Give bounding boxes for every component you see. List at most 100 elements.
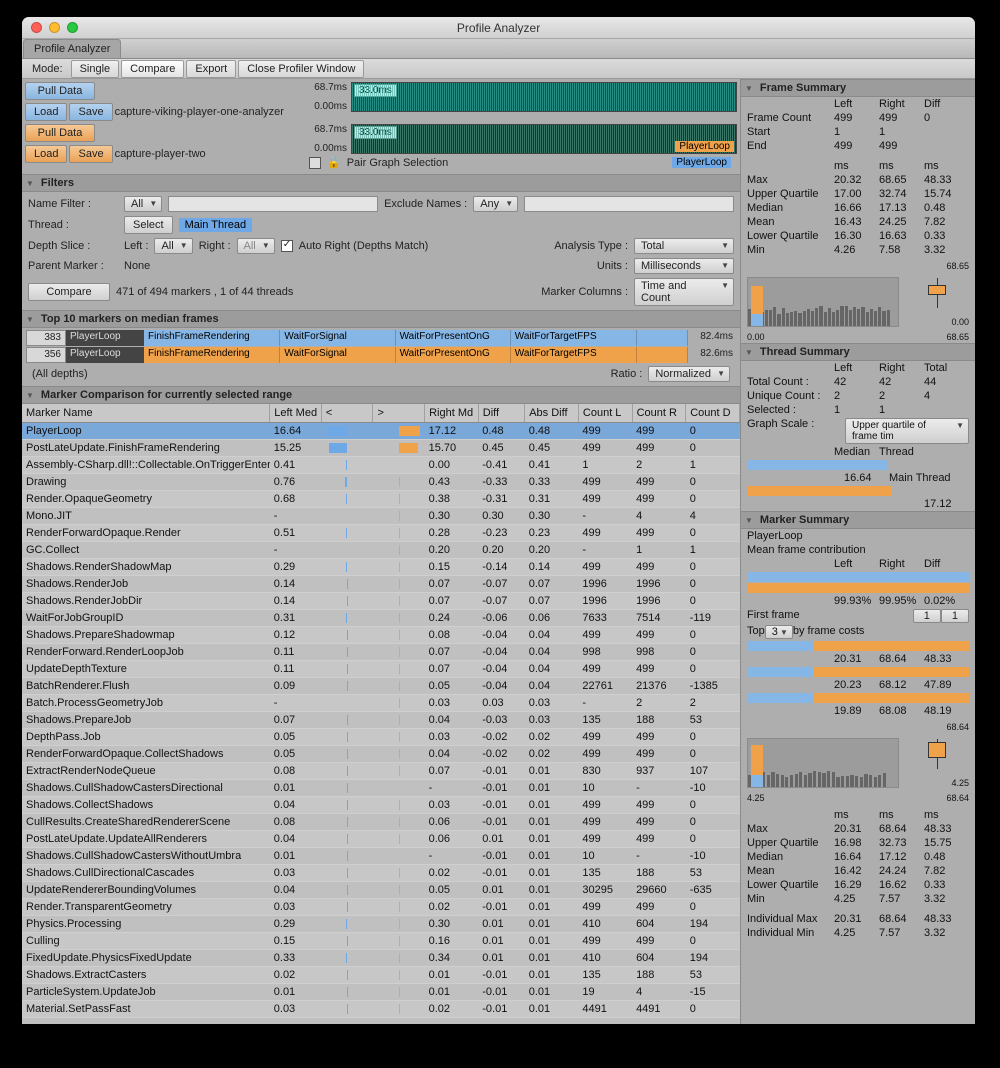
table-row[interactable]: UpdateDepthTexture0.110.07-0.040.0449949… bbox=[22, 661, 740, 678]
top10-r1-pl: PlayerLoop bbox=[66, 330, 144, 346]
table-row[interactable]: Shadows.ExtractCasters0.020.01-0.010.011… bbox=[22, 967, 740, 984]
col-3[interactable]: > bbox=[373, 404, 425, 423]
analysis-type-dropdown[interactable]: Total bbox=[634, 238, 734, 254]
tab-profile-analyzer[interactable]: Profile Analyzer bbox=[23, 39, 121, 58]
table-row[interactable]: Assembly-CSharp.dll!::Collectable.OnTrig… bbox=[22, 457, 740, 474]
marker-columns-dropdown[interactable]: Time and Count bbox=[634, 278, 734, 306]
save-left-button[interactable]: Save bbox=[69, 103, 112, 121]
table-row[interactable]: DepthPass.Job0.050.03-0.020.024994990 bbox=[22, 729, 740, 746]
seg-ffr-o: FinishFrameRendering bbox=[144, 347, 280, 363]
table-row[interactable]: GC.Collect-0.200.200.20-11 bbox=[22, 542, 740, 559]
left-timeline[interactable]: 33.0ms 1 [499] 499 bbox=[351, 82, 737, 112]
table-row[interactable]: FixedUpdate.PhysicsFixedUpdate0.330.340.… bbox=[22, 950, 740, 967]
table-row[interactable]: Shadows.CullShadowCastersWithoutUmbra0.0… bbox=[22, 848, 740, 865]
marker-summary-header[interactable]: Marker Summary bbox=[741, 511, 975, 529]
thread-select-button[interactable]: Select bbox=[124, 216, 173, 234]
mode-single-button[interactable]: Single bbox=[71, 60, 120, 78]
top10-r1-bar: FinishFrameRendering WaitForSignal WaitF… bbox=[144, 330, 688, 346]
table-row[interactable]: Render.TransparentGeometry0.030.02-0.010… bbox=[22, 899, 740, 916]
name-filter-mode-dropdown[interactable]: All bbox=[124, 196, 162, 212]
filters-panel: Name Filter : All Exclude Names : Any Th… bbox=[22, 192, 740, 310]
exclude-mode-dropdown[interactable]: Any bbox=[473, 196, 518, 212]
seg-wft: WaitForTargetFPS bbox=[511, 330, 637, 346]
table-row[interactable]: ExtractRenderNodeQueue0.080.07-0.010.018… bbox=[22, 763, 740, 780]
depth-right-dropdown[interactable]: All bbox=[237, 238, 275, 254]
table-row[interactable]: ParticleSystem.UpdateJob0.010.01-0.010.0… bbox=[22, 984, 740, 1001]
top10-r1-frame: 383 bbox=[26, 330, 66, 346]
col-5[interactable]: Diff bbox=[478, 404, 524, 423]
pair-graph-checkbox[interactable] bbox=[309, 157, 321, 169]
load-left-button[interactable]: Load bbox=[25, 103, 67, 121]
pull-data-left-button[interactable]: Pull Data bbox=[25, 82, 95, 100]
col-9[interactable]: Count D bbox=[686, 404, 740, 423]
graph-scale-dropdown[interactable]: Upper quartile of frame tim bbox=[845, 418, 969, 444]
analysis-type-label: Analysis Type : bbox=[554, 240, 628, 252]
load-right-button[interactable]: Load bbox=[25, 145, 67, 163]
table-row[interactable]: Shadows.CollectShadows0.040.03-0.010.014… bbox=[22, 797, 740, 814]
table-row[interactable]: Shadows.PrepareJob0.070.04-0.030.0313518… bbox=[22, 712, 740, 729]
col-8[interactable]: Count R bbox=[632, 404, 686, 423]
table-row[interactable]: RenderForward.RenderLoopJob0.110.07-0.04… bbox=[22, 644, 740, 661]
tabstrip: Profile Analyzer bbox=[22, 39, 975, 59]
table-row[interactable]: Shadows.RenderShadowMap0.290.15-0.140.14… bbox=[22, 559, 740, 576]
table-row[interactable]: Drawing0.760.43-0.330.334994990 bbox=[22, 474, 740, 491]
table-row[interactable]: PlayerLoop16.6417.120.480.484994990 bbox=[22, 423, 740, 440]
col-2[interactable]: < bbox=[321, 404, 373, 423]
table-row[interactable]: Shadows.CullShadowCastersDirectional0.01… bbox=[22, 780, 740, 797]
thread-summary-header[interactable]: Thread Summary bbox=[741, 343, 975, 361]
save-right-button[interactable]: Save bbox=[69, 145, 112, 163]
marker-table-wrap[interactable]: Marker NameLeft Med<>Right MdDiffAbs Dif… bbox=[22, 404, 740, 1024]
table-row[interactable]: CullResults.CreateSharedRendererScene0.0… bbox=[22, 814, 740, 831]
table-row[interactable]: Material.SetPassFast0.030.02-0.010.01449… bbox=[22, 1001, 740, 1018]
frame-summary-header[interactable]: Frame Summary bbox=[741, 79, 975, 97]
col-7[interactable]: Count L bbox=[578, 404, 632, 423]
minimize-icon[interactable] bbox=[49, 22, 60, 33]
table-row[interactable]: RenderForwardOpaque.Render0.510.28-0.230… bbox=[22, 525, 740, 542]
table-row[interactable]: Shadows.PrepareShadowmap0.120.08-0.040.0… bbox=[22, 627, 740, 644]
table-row[interactable]: Shadows.RenderJobDir0.140.07-0.070.07199… bbox=[22, 593, 740, 610]
col-1[interactable]: Left Med bbox=[270, 404, 322, 423]
table-row[interactable]: UpdateRendererBoundingVolumes0.040.050.0… bbox=[22, 882, 740, 899]
table-row[interactable]: Shadows.RenderJob0.140.07-0.070.07199619… bbox=[22, 576, 740, 593]
table-row[interactable]: PostLateUpdate.FinishFrameRendering15.25… bbox=[22, 440, 740, 457]
exclude-input[interactable] bbox=[524, 196, 734, 212]
table-row[interactable]: Physics.Processing0.290.300.010.01410604… bbox=[22, 916, 740, 933]
name-filter-input[interactable] bbox=[168, 196, 378, 212]
maximize-icon[interactable] bbox=[67, 22, 78, 33]
table-row[interactable]: BatchRenderer.Flush0.090.05-0.040.042276… bbox=[22, 678, 740, 695]
marker-comparison-header[interactable]: Marker Comparison for currently selected… bbox=[22, 386, 740, 404]
compare-button[interactable]: Compare bbox=[28, 283, 110, 301]
table-row[interactable]: WaitForJobGroupID0.310.24-0.060.06763375… bbox=[22, 610, 740, 627]
table-row[interactable]: Mono.JIT-0.300.300.30-44 bbox=[22, 508, 740, 525]
ratio-dropdown[interactable]: Normalized bbox=[648, 366, 730, 382]
thread-chip[interactable]: Main Thread bbox=[179, 218, 253, 232]
mode-compare-button[interactable]: Compare bbox=[121, 60, 184, 78]
close-profiler-button[interactable]: Close Profiler Window bbox=[238, 60, 364, 78]
table-row[interactable]: Shadows.CullDirectionalCascades0.030.02-… bbox=[22, 865, 740, 882]
pull-data-right-button[interactable]: Pull Data bbox=[25, 124, 95, 142]
toolbar: Mode: Single Compare Export Close Profil… bbox=[22, 59, 975, 79]
filters-header[interactable]: Filters bbox=[22, 174, 740, 192]
right-max-ms: 68.7ms bbox=[303, 124, 347, 135]
marker-columns-label: Marker Columns : bbox=[541, 286, 628, 298]
right-timeline[interactable]: 33.0ms PlayerLoop bbox=[351, 124, 737, 154]
table-row[interactable]: PostLateUpdate.UpdateAllRenderers0.040.0… bbox=[22, 831, 740, 848]
top10-panel: 383 PlayerLoop FinishFrameRendering Wait… bbox=[22, 328, 740, 386]
top10-r1-ms: 82.4ms bbox=[688, 330, 736, 346]
depth-left-dropdown[interactable]: All bbox=[154, 238, 192, 254]
col-6[interactable]: Abs Diff bbox=[525, 404, 579, 423]
table-row[interactable]: Culling0.150.160.010.014994990 bbox=[22, 933, 740, 950]
units-dropdown[interactable]: Milliseconds bbox=[634, 258, 734, 274]
table-row[interactable]: RenderForwardOpaque.CollectShadows0.050.… bbox=[22, 746, 740, 763]
top10-header[interactable]: Top 10 markers on median frames bbox=[22, 310, 740, 328]
export-button[interactable]: Export bbox=[186, 60, 236, 78]
col-0[interactable]: Marker Name bbox=[22, 404, 270, 423]
table-row[interactable]: Render.OpaqueGeometry0.680.38-0.310.3149… bbox=[22, 491, 740, 508]
seg-wft-o: WaitForTargetFPS bbox=[511, 347, 637, 363]
close-icon[interactable] bbox=[31, 22, 42, 33]
parent-marker-value: None bbox=[124, 260, 150, 272]
col-4[interactable]: Right Md bbox=[425, 404, 479, 423]
left-file-label: capture-viking-player-one-analyzer bbox=[115, 106, 284, 118]
auto-right-checkbox[interactable]: ✓ bbox=[281, 240, 293, 252]
table-row[interactable]: Batch.ProcessGeometryJob-0.030.030.03-22 bbox=[22, 695, 740, 712]
